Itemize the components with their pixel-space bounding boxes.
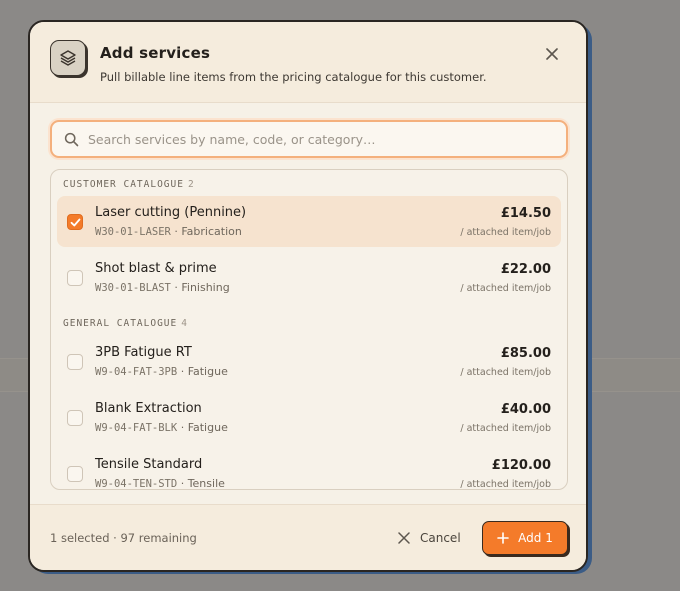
group-count: 4 [181,318,188,329]
service-category: Fabrication [181,225,242,238]
meta-separator: · [180,421,185,434]
service-price: £85.00 [500,346,551,361]
service-code: W9-04-FAT-BLK [95,422,178,434]
service-name: Shot blast & prime [95,261,217,276]
service-price: £14.50 [500,206,551,221]
add-services-dialog: Add services Pull billable line items fr… [28,20,588,572]
layers-icon [50,40,86,76]
service-price: £22.00 [500,262,551,277]
close-icon [398,532,410,544]
meta-separator: · [174,225,178,238]
service-code: W30-01-LASER [95,226,171,238]
service-name: 3PB Fatigue RT [95,345,192,360]
add-label: Add 1 [518,531,553,545]
row-checkbox[interactable] [67,214,83,230]
service-unit: / attached item/job [460,227,551,238]
service-unit: / attached item/job [460,479,551,490]
plus-icon [497,532,509,544]
meta-separator: · [174,281,178,294]
group-header-customer: CUSTOMER CATALOGUE 2 [63,179,195,190]
group-header-general: GENERAL CATALOGUE 4 [63,318,188,329]
cancel-button[interactable]: Cancel [394,521,468,555]
service-meta: W9-04-TEN-STD · Tensile [95,477,225,490]
service-unit: / attached item/job [460,423,551,434]
service-unit: / attached item/job [460,367,551,378]
row-checkbox[interactable] [67,270,83,286]
service-row-shot-blast[interactable]: Shot blast & prime W30-01-BLAST · Finish… [57,252,561,303]
dialog-footer: 1 selected · 97 remaining Cancel Add 1 [30,504,586,570]
group-label: GENERAL CATALOGUE [63,318,178,329]
service-row-3pb-fatigue[interactable]: 3PB Fatigue RT W9-04-FAT-3PB · Fatigue £… [57,336,561,387]
service-unit: / attached item/job [460,283,551,294]
service-meta: W30-01-LASER · Fabrication [95,225,242,238]
service-category: Tensile [187,477,225,490]
service-price: £120.00 [491,458,551,473]
row-checkbox[interactable] [67,410,83,426]
group-count: 2 [187,179,195,190]
service-price: £40.00 [500,402,551,417]
dialog-subtitle: Pull billable line items from the pricin… [100,70,487,84]
search-box [50,120,568,158]
service-code: W9-04-FAT-3PB [95,366,178,378]
dialog-title: Add services [100,44,211,62]
service-name: Laser cutting (Pennine) [95,205,247,220]
service-row-blank-extraction[interactable]: Blank Extraction W9-04-FAT-BLK · Fatigue… [57,392,561,443]
service-meta: W9-04-FAT-BLK · Fatigue [95,421,228,434]
service-name: Blank Extraction [95,401,202,416]
search-input[interactable] [88,122,556,156]
cancel-label: Cancel [420,531,461,545]
service-category: Fatigue [187,365,228,378]
group-label: CUSTOMER CATALOGUE [63,179,184,190]
service-name: Tensile Standard [95,457,203,472]
service-category: Finishing [181,281,230,294]
service-row-tensile-standard[interactable]: Tensile Standard W9-04-TEN-STD · Tensile… [57,448,561,490]
meta-separator: · [180,365,185,378]
service-meta: W30-01-BLAST · Finishing [95,281,230,294]
service-meta: W9-04-FAT-3PB · Fatigue [95,365,228,378]
service-row-laser-cutting[interactable]: Laser cutting (Pennine) W30-01-LASER · F… [57,196,561,247]
service-code: W30-01-BLAST [95,282,171,294]
close-icon [546,48,558,60]
meta-separator: · [180,477,185,490]
search-icon [64,132,79,147]
dialog-header: Add services Pull billable line items fr… [30,22,586,103]
services-list[interactable]: CUSTOMER CATALOGUE 2 Laser cutting (Penni… [50,169,568,490]
row-checkbox[interactable] [67,466,83,482]
close-button[interactable] [544,46,560,62]
add-button[interactable]: Add 1 [482,521,568,555]
check-icon [70,218,80,226]
row-checkbox[interactable] [67,354,83,370]
service-code: W9-04-TEN-STD [95,478,178,490]
selection-status: 1 selected · 97 remaining [50,531,197,545]
service-category: Fatigue [187,421,228,434]
